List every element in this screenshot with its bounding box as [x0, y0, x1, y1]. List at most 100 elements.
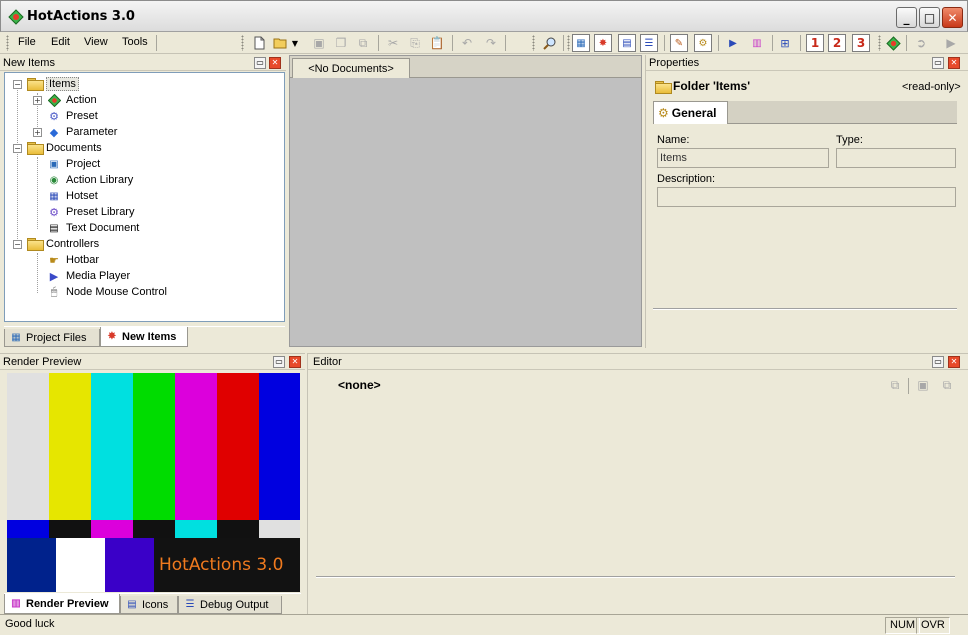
new-items-float-button[interactable]: ▭ — [254, 57, 266, 69]
tab-debug-output[interactable]: ☰ Debug Output — [178, 596, 282, 614]
editor-open-button[interactable]: ⧉ — [938, 376, 956, 394]
undo-button[interactable]: ↶ — [458, 34, 476, 52]
new-items-toggle[interactable]: ✸ — [594, 34, 612, 52]
tree-node-node-mouse-control[interactable]: 🖱 Node Mouse Control — [47, 284, 167, 300]
open-button[interactable] — [272, 34, 290, 52]
play-button[interactable]: ▶ — [942, 34, 960, 52]
tree-node-action-library[interactable]: ◉ Action Library — [47, 172, 134, 188]
paste-button[interactable]: 📋 — [428, 34, 446, 52]
tree-node-media-player[interactable]: ▶ Media Player — [47, 268, 130, 284]
tree-node-label: Hotbar — [66, 254, 100, 266]
new-button[interactable] — [250, 34, 268, 52]
tree-node-label: Parameter — [66, 126, 118, 138]
color-strip-white — [259, 520, 300, 538]
render-preview-canvas[interactable]: HotActions 3.0 — [7, 373, 300, 592]
toolbar-grip[interactable] — [532, 35, 535, 51]
copy-button[interactable]: ⎘ — [406, 34, 424, 52]
tree-node-project[interactable]: ▣ Project — [47, 156, 100, 172]
tree-node-label: Controllers — [46, 238, 100, 250]
open-dropdown-button[interactable]: ▼ — [290, 34, 300, 52]
editor-close-button[interactable]: ✕ — [948, 356, 960, 368]
description-field[interactable] — [657, 187, 956, 207]
toolbar-separator — [563, 35, 564, 51]
new-items-panel-header: New Items ▭ ✕ — [0, 55, 286, 71]
folder-icon — [27, 238, 44, 251]
project-files-toggle[interactable]: ▦ — [572, 34, 590, 52]
render-preview-close-button[interactable]: ✕ — [289, 356, 301, 368]
editor-float-button[interactable]: ▭ — [932, 356, 944, 368]
tree-node-label: Hotset — [66, 190, 98, 202]
icons-toggle[interactable]: ▤ — [618, 34, 636, 52]
menu-view[interactable]: View — [84, 36, 108, 48]
tree-node-label: Preset — [66, 110, 98, 122]
tree-node-preset-library[interactable]: ⚙ Preset Library — [47, 204, 134, 220]
properties-close-button[interactable]: ✕ — [948, 57, 960, 69]
menu-file[interactable]: File — [18, 36, 36, 48]
debug-output-toggle[interactable]: ☰ — [640, 34, 658, 52]
editor-toggle[interactable]: ✎ — [670, 34, 688, 52]
layout-1-button[interactable]: 1 — [806, 34, 824, 52]
tree-collapse-toggle[interactable]: − — [13, 144, 22, 153]
open-folder-icon: ⧉ — [942, 377, 952, 392]
action-diamond-icon — [47, 93, 61, 107]
tree-expand-toggle[interactable]: + — [33, 96, 42, 105]
properties-divider — [653, 308, 957, 310]
new-items-tree[interactable]: − Items + Action ⚙ Preset + ◆ Parameter … — [4, 72, 285, 322]
tree-collapse-toggle[interactable]: − — [13, 80, 22, 89]
layout-3-button[interactable]: 3 — [852, 34, 870, 52]
run-action-button[interactable] — [884, 34, 902, 52]
tree-node-text-document[interactable]: ▤ Text Document — [47, 220, 139, 236]
toolbar-grip[interactable] — [241, 35, 244, 51]
new-items-close-button[interactable]: ✕ — [269, 57, 281, 69]
tab-new-items[interactable]: ✸ New Items — [100, 327, 188, 347]
tree-node-items[interactable]: Items — [27, 76, 79, 92]
chevron-down-icon: ▼ — [291, 38, 299, 48]
tree-expand-toggle[interactable]: + — [33, 128, 42, 137]
type-field[interactable] — [836, 148, 956, 168]
properties-float-button[interactable]: ▭ — [932, 57, 944, 69]
toolbar-grip[interactable] — [567, 35, 570, 51]
toolbar-separator — [156, 35, 157, 51]
layout-2-button[interactable]: 2 — [828, 34, 846, 52]
tab-project-files[interactable]: ▦ Project Files — [4, 329, 100, 347]
maximize-button[interactable]: □ — [919, 7, 940, 28]
tab-icons[interactable]: ▤ Icons — [120, 596, 178, 614]
properties-toggle[interactable]: ⚙ — [694, 34, 712, 52]
render-preview-button[interactable]: ▥ — [748, 34, 766, 52]
render-preview-float-button[interactable]: ▭ — [273, 356, 285, 368]
tab-label: Icons — [142, 598, 169, 611]
export-button[interactable]: ⧉ — [354, 34, 372, 52]
menubar-grip[interactable] — [6, 35, 9, 51]
tab-render-preview[interactable]: ▥ Render Preview — [4, 594, 120, 614]
tab-no-documents[interactable]: <No Documents> — [292, 58, 410, 78]
left-panel-tabstrip: ▦ Project Files ✸ New Items — [4, 326, 285, 347]
editor-save-button[interactable]: ▣ — [914, 376, 932, 394]
minimize-button[interactable]: _ — [896, 7, 917, 28]
tree-collapse-toggle[interactable]: − — [13, 240, 22, 249]
cut-button[interactable]: ✂ — [384, 34, 402, 52]
menu-edit[interactable]: Edit — [51, 36, 70, 48]
icons-grid-icon: ▤ — [127, 599, 137, 610]
tree-node-label: Node Mouse Control — [66, 286, 167, 298]
redo-button[interactable]: ↷ — [482, 34, 500, 52]
tree-node-preset[interactable]: ⚙ Preset — [47, 108, 98, 124]
tree-node-hotset[interactable]: ▦ Hotset — [47, 188, 98, 204]
find-button[interactable] — [540, 34, 558, 52]
editor-export-button[interactable]: ⧉ — [886, 376, 904, 394]
forward-button[interactable]: ➲ — [912, 34, 930, 52]
save-button[interactable]: ▣ — [310, 34, 328, 52]
toolbar-grip[interactable] — [878, 35, 881, 51]
menu-tools[interactable]: Tools — [122, 36, 148, 48]
close-button[interactable]: ✕ — [942, 7, 963, 28]
media-player-button[interactable]: ▶ — [724, 34, 742, 52]
network-button[interactable]: ⊞ — [776, 34, 794, 52]
save-all-button[interactable]: ❐ — [332, 34, 350, 52]
tree-node-documents[interactable]: Documents — [27, 140, 102, 156]
tree-node-action[interactable]: Action — [47, 92, 97, 108]
name-field[interactable]: Items — [657, 148, 829, 168]
tab-general[interactable]: ⚙ General — [653, 101, 728, 124]
tree-node-controllers[interactable]: Controllers — [27, 236, 99, 252]
tree-node-hotbar[interactable]: ☛ Hotbar — [47, 252, 99, 268]
close-icon: ✕ — [947, 10, 958, 25]
tree-node-parameter[interactable]: ◆ Parameter — [47, 124, 118, 140]
